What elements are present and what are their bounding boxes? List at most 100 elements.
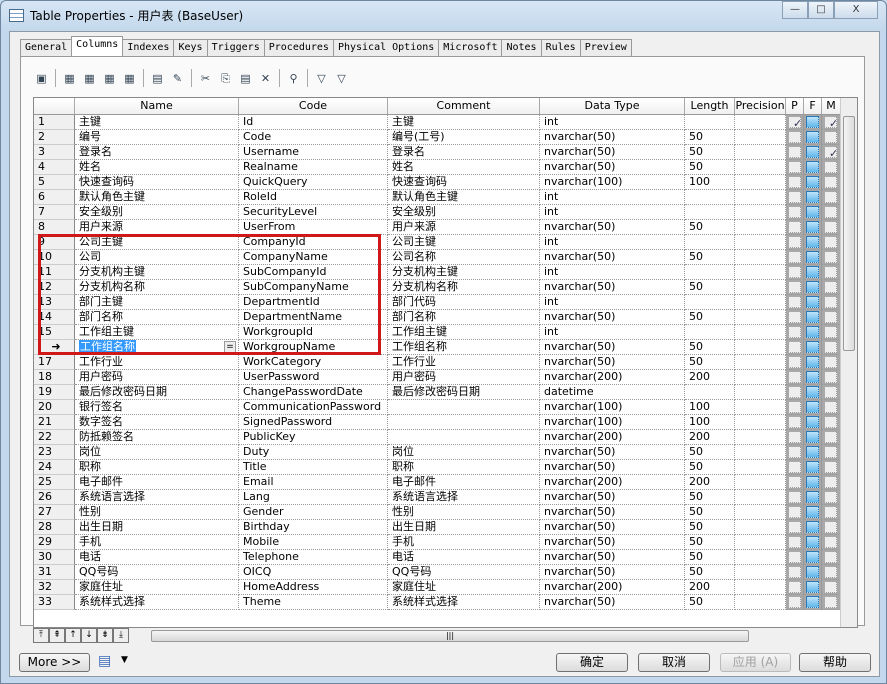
name-cell[interactable]: 分支机构主键	[75, 265, 239, 280]
row-number[interactable]: 1	[34, 115, 75, 130]
table-row[interactable]: ➜ 工作组名称 = WorkgroupName 工作组名称 nvarchar(50) 50	[34, 340, 857, 355]
row-number[interactable]: 11	[34, 265, 75, 280]
name-cell[interactable]: 登录名	[75, 145, 239, 160]
comment-cell[interactable]: 公司名称	[388, 250, 540, 265]
primary-checkbox[interactable]	[788, 161, 801, 173]
foreign-checkbox[interactable]	[806, 251, 819, 263]
nav-first-button[interactable]: ⤒	[33, 628, 49, 643]
foreign-checkbox[interactable]	[806, 131, 819, 143]
precision-cell[interactable]	[735, 580, 786, 595]
length-cell[interactable]	[685, 265, 735, 280]
apply-button[interactable]: 应用 (A)	[720, 653, 791, 672]
code-cell[interactable]: UserPassword	[239, 370, 388, 385]
row-number[interactable]: 22	[34, 430, 75, 445]
name-cell[interactable]: 姓名	[75, 160, 239, 175]
comment-cell[interactable]: 系统语言选择	[388, 490, 540, 505]
mandatory-checkbox[interactable]	[824, 281, 837, 293]
mandatory-checkbox[interactable]	[824, 191, 837, 203]
tab-physical-options[interactable]: Physical Options	[332, 39, 440, 56]
primary-checkbox[interactable]	[788, 311, 801, 323]
comment-cell[interactable]: 最后修改密码日期	[388, 385, 540, 400]
foreign-checkbox[interactable]	[806, 206, 819, 218]
mandatory-checkbox[interactable]	[824, 566, 837, 578]
comment-cell[interactable]: 工作组主键	[388, 325, 540, 340]
code-cell[interactable]: CommunicationPassword	[239, 400, 388, 415]
precision-cell[interactable]	[735, 565, 786, 580]
foreign-checkbox[interactable]	[806, 266, 819, 278]
foreign-checkbox[interactable]	[806, 596, 819, 608]
name-cell[interactable]: 安全级别	[75, 205, 239, 220]
length-cell[interactable]	[685, 235, 735, 250]
length-cell[interactable]: 50	[685, 460, 735, 475]
nav-up-button[interactable]: ↑	[65, 628, 81, 643]
name-cell[interactable]: 岗位	[75, 445, 239, 460]
mandatory-checkbox[interactable]	[824, 296, 837, 308]
tab-procedures[interactable]: Procedures	[263, 39, 334, 56]
primary-checkbox[interactable]	[788, 566, 801, 578]
primary-checkbox[interactable]	[788, 191, 801, 203]
precision-cell[interactable]	[735, 190, 786, 205]
table-row[interactable]: 11 分支机构主键 SubCompanyId 分支机构主键 int	[34, 265, 857, 280]
comment-cell[interactable]: 出生日期	[388, 520, 540, 535]
mandatory-checkbox[interactable]	[824, 341, 837, 353]
data-type-cell[interactable]: int	[540, 235, 685, 250]
tab-keys[interactable]: Keys	[173, 39, 208, 56]
comment-cell[interactable]: 部门代码	[388, 295, 540, 310]
comment-cell[interactable]: 主键	[388, 115, 540, 130]
row-number[interactable]: 29	[34, 535, 75, 550]
mandatory-checkbox[interactable]	[824, 221, 837, 233]
row-number[interactable]: 14	[34, 310, 75, 325]
primary-checkbox[interactable]	[788, 431, 801, 443]
comment-cell[interactable]: 系统样式选择	[388, 595, 540, 610]
length-cell[interactable]: 50	[685, 310, 735, 325]
precision-cell[interactable]	[735, 325, 786, 340]
column-header-name[interactable]: Name	[75, 98, 239, 114]
data-type-cell[interactable]: nvarchar(50)	[540, 250, 685, 265]
table-row[interactable]: 1主键Id主键int✓✓	[34, 115, 857, 130]
comment-cell[interactable]: 快速查询码	[388, 175, 540, 190]
primary-checkbox[interactable]	[788, 236, 801, 248]
tab-microsoft[interactable]: Microsoft	[438, 39, 503, 56]
length-cell[interactable]: 50	[685, 490, 735, 505]
comment-cell[interactable]: 电话	[388, 550, 540, 565]
length-cell[interactable]	[685, 385, 735, 400]
tab-notes[interactable]: Notes	[501, 39, 542, 56]
precision-cell[interactable]	[735, 145, 786, 160]
foreign-checkbox[interactable]	[806, 551, 819, 563]
foreign-checkbox[interactable]	[806, 221, 819, 233]
more-button[interactable]: More >>	[19, 653, 90, 672]
primary-checkbox[interactable]	[788, 386, 801, 398]
row-number[interactable]: 21	[34, 415, 75, 430]
primary-checkbox[interactable]	[788, 176, 801, 188]
add-columns-icon[interactable]: ▦	[101, 70, 118, 87]
precision-cell[interactable]	[735, 535, 786, 550]
precision-cell[interactable]	[735, 460, 786, 475]
row-number[interactable]: 19	[34, 385, 75, 400]
mandatory-checkbox[interactable]	[824, 206, 837, 218]
table-row[interactable]: 6 默认角色主键 RoleId 默认角色主键 int	[34, 190, 857, 205]
primary-checkbox[interactable]	[788, 371, 801, 383]
length-cell[interactable]: 200	[685, 430, 735, 445]
primary-checkbox[interactable]	[788, 596, 801, 608]
name-cell[interactable]: 部门主键	[75, 295, 239, 310]
comment-cell[interactable]: 安全级别	[388, 205, 540, 220]
length-cell[interactable]: 50	[685, 550, 735, 565]
primary-checkbox[interactable]	[788, 296, 801, 308]
foreign-checkbox[interactable]	[806, 176, 819, 188]
data-type-cell[interactable]: nvarchar(50)	[540, 340, 685, 355]
primary-checkbox[interactable]	[788, 146, 801, 158]
mandatory-checkbox[interactable]	[824, 581, 837, 593]
code-cell[interactable]: Telephone	[239, 550, 388, 565]
foreign-checkbox[interactable]	[806, 386, 819, 398]
table-row[interactable]: 18 用户密码 UserPassword 用户密码 nvarchar(200) 200	[34, 370, 857, 385]
data-type-cell[interactable]: nvarchar(200)	[540, 580, 685, 595]
column-header-m[interactable]: M	[822, 98, 841, 114]
code-cell[interactable]: Theme	[239, 595, 388, 610]
data-type-cell[interactable]: nvarchar(50)	[540, 550, 685, 565]
data-type-cell[interactable]: nvarchar(50)	[540, 490, 685, 505]
name-cell[interactable]: 手机	[75, 535, 239, 550]
length-cell[interactable]: 50	[685, 445, 735, 460]
comment-cell[interactable]: 职称	[388, 460, 540, 475]
data-type-cell[interactable]: nvarchar(100)	[540, 400, 685, 415]
comment-cell[interactable]: 手机	[388, 535, 540, 550]
